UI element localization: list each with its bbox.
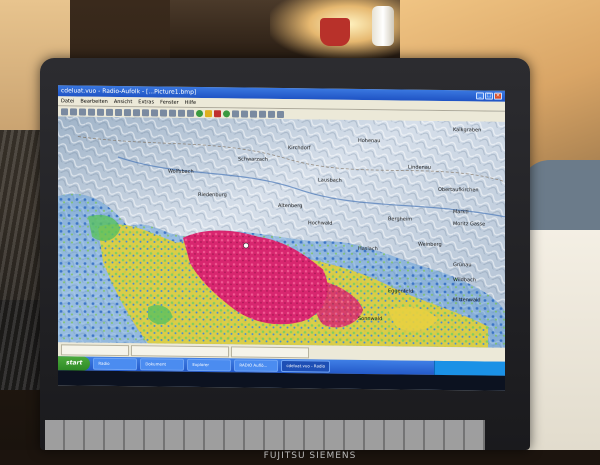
run-icon[interactable] [196, 109, 203, 118]
map-place-label: Riedenburg [198, 192, 227, 198]
grid-icon[interactable] [241, 110, 248, 118]
map-place-label: Obertaufkirchen [438, 187, 479, 193]
map-place-label: Kalkgraben [453, 127, 481, 133]
status-cell [231, 345, 309, 358]
transmitter-marker[interactable] [243, 242, 249, 249]
select-icon[interactable] [169, 109, 176, 117]
map-place-label: Marktl [453, 209, 469, 215]
layer-icon[interactable] [187, 109, 194, 117]
cables [0, 130, 45, 390]
info-icon[interactable] [268, 110, 275, 118]
settings-icon[interactable] [259, 110, 266, 118]
new-icon[interactable] [61, 108, 68, 116]
system-tray [434, 360, 505, 376]
map-place-label: Schwarzach [238, 156, 268, 162]
measure-icon[interactable] [178, 109, 185, 117]
legend-icon[interactable] [250, 110, 257, 118]
start-button[interactable]: start [58, 356, 91, 371]
map-place-label: Wolfsbach [168, 169, 194, 175]
taskbar-item[interactable]: Dokument [140, 358, 185, 371]
help-icon[interactable] [277, 110, 284, 119]
print-icon[interactable] [88, 108, 95, 116]
redo-icon[interactable] [133, 109, 140, 117]
paste-icon[interactable] [115, 108, 122, 117]
map-place-label: Wildbach [453, 277, 476, 283]
map-place-label: Grünau [453, 262, 472, 268]
map-place-label: Haslach [358, 246, 378, 252]
map-place-label: Hochwald [308, 220, 332, 226]
person-arm [520, 160, 600, 240]
map-place-label: Mittenwald [453, 297, 481, 303]
save-icon[interactable] [79, 108, 86, 116]
keyboard [45, 420, 485, 450]
map-place-label: Altenberg [278, 203, 302, 209]
minimize-button[interactable]: _ [476, 92, 484, 100]
taskbar-item[interactable]: Explorer [187, 358, 232, 372]
zoom-in-icon[interactable] [142, 109, 149, 117]
map-place-label: Kirchdorf [288, 145, 311, 151]
menu-help[interactable]: Hilfe [185, 99, 196, 105]
close-button[interactable]: × [494, 92, 502, 100]
pause-icon[interactable] [205, 110, 212, 118]
menu-edit[interactable]: Bearbeiten [80, 98, 107, 104]
copy-icon[interactable] [106, 108, 113, 116]
map-place-label: Hohenau [358, 138, 380, 144]
map-place-label: Eggenfeld [388, 288, 413, 294]
menu-file[interactable]: Datei [61, 98, 74, 104]
globe-icon[interactable] [223, 110, 230, 118]
laptop-brand: FUJITSU SIEMENS [263, 451, 357, 461]
white-vase [372, 6, 394, 46]
maximize-button[interactable]: □ [485, 92, 493, 100]
map-place-label: Weinberg [418, 242, 442, 248]
menu-tools[interactable]: Extras [138, 99, 154, 105]
taskbar-item-active[interactable]: cdeluat.vuo - Radio [281, 359, 331, 373]
status-cell [61, 343, 129, 356]
map-place-label: Bergheim [388, 216, 412, 222]
coverage-map[interactable]: Kalkgraben Hohenau Kirchdorf Schwarzach Wolf… [58, 116, 505, 348]
menu-view[interactable]: Ansicht [114, 98, 132, 104]
menu-window[interactable]: Fenster [160, 99, 179, 105]
zoom-out-icon[interactable] [151, 109, 158, 117]
red-cup [320, 18, 350, 46]
taskbar-item[interactable]: RADIO Auflö... [234, 359, 279, 372]
map-place-label: Lindenau [408, 165, 431, 171]
status-cell [131, 344, 229, 357]
taskbar-item[interactable]: Radio [93, 357, 138, 371]
map-place-label: Moritz Gasse [453, 221, 485, 227]
stop-icon[interactable] [214, 110, 221, 118]
antenna-icon[interactable] [232, 110, 239, 118]
map-place-label: Sonnwald [358, 316, 382, 322]
undo-icon[interactable] [124, 109, 131, 117]
open-icon[interactable] [70, 108, 77, 116]
cut-icon[interactable] [97, 108, 104, 116]
pan-icon[interactable] [160, 109, 167, 117]
laptop-screen: cdeluat.vuo - Radio-Aufolk - [...Picture… [58, 85, 505, 391]
map-place-label: Lausbach [318, 177, 342, 183]
